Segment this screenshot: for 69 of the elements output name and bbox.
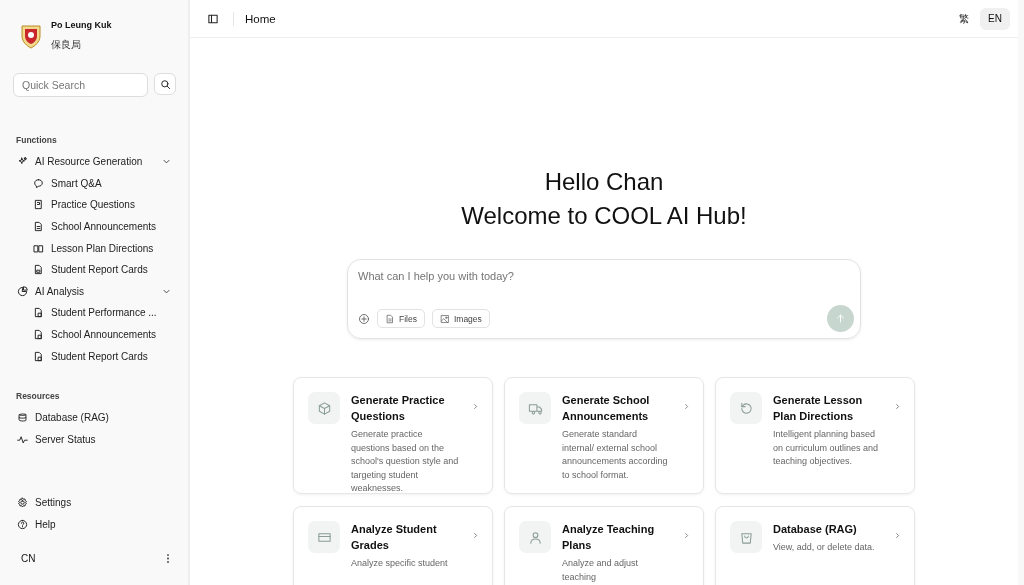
card-description: Analyze and adjust teaching xyxy=(562,557,640,584)
chevron-right-icon xyxy=(682,531,691,540)
more-icon[interactable] xyxy=(166,552,170,564)
crest-logo xyxy=(19,22,43,50)
language-button[interactable]: EN xyxy=(980,7,1010,30)
image-icon xyxy=(439,313,450,324)
feature-card[interactable]: Generate Lesson Plan Directions Intelligent planning based on curriculum outlines and teaching objectives. xyxy=(715,377,915,494)
card-title: Generate School Announcements xyxy=(562,393,651,424)
section-heading: Resources xyxy=(15,389,61,403)
feature-card[interactable]: Generate School Announcements Generate standard internal/ external school announcements according to school format. xyxy=(504,377,704,494)
chevron-right-icon xyxy=(893,531,902,540)
greeting-text: Welcome to COOL AI Hub! xyxy=(461,201,747,231)
organization-name: Po Leung Kuk xyxy=(51,20,112,30)
nav-item[interactable]: Settings xyxy=(13,491,176,514)
card-title: Analyze Student Grades xyxy=(351,522,438,553)
sidebar-toggle-icon[interactable] xyxy=(207,12,219,25)
chevron-right-icon xyxy=(682,402,691,411)
card-title: Analyze Teaching Plans xyxy=(562,522,656,553)
box-icon xyxy=(316,400,332,416)
greeting-text: Hello Chan xyxy=(543,167,665,197)
card-description: Analyze specific student xyxy=(351,557,449,570)
user-initials: CN xyxy=(21,552,36,564)
nav-subitem[interactable]: Student Report Cards xyxy=(13,345,176,367)
nav-item[interactable]: AI Analysis xyxy=(13,280,176,303)
card-description: Intelligent planning based on curriculum outlines and teaching objectives. xyxy=(773,428,880,468)
nav-subitem[interactable]: Practice Questions xyxy=(13,194,176,216)
pie-chart-icon xyxy=(17,285,28,297)
feature-card[interactable]: Database (RAG) View, add, or delete data. xyxy=(715,506,915,585)
nav-subitem[interactable]: Student Performance ... xyxy=(13,302,176,324)
nav-subitem[interactable]: Smart Q&A xyxy=(13,172,176,195)
chevron-right-icon xyxy=(471,402,480,411)
card-description: Generate standard internal/ external school announcements according to school format. xyxy=(562,428,669,482)
page-title: Home xyxy=(245,12,276,25)
chevron-right-icon xyxy=(893,402,902,411)
search-icon xyxy=(159,78,171,90)
person-icon xyxy=(527,529,543,545)
card-title: Generate Lesson Plan Directions xyxy=(773,393,864,424)
nav-subitem[interactable]: School Announcements xyxy=(13,323,176,346)
nav-subitem[interactable]: School Announcements xyxy=(13,215,176,238)
database-icon xyxy=(17,412,28,424)
nav-subitem[interactable]: Lesson Plan Directions xyxy=(13,237,176,259)
card-description: Generate practice questions based on the school's question style and targeting student weaknesses. xyxy=(351,428,460,493)
chevron-right-icon xyxy=(471,531,480,540)
nav-item[interactable]: Server Status xyxy=(13,428,176,451)
search-button[interactable] xyxy=(154,73,176,95)
card-title: Database (RAG) xyxy=(773,522,858,537)
chat-input[interactable]: What can I help you with today? Files Images xyxy=(347,259,861,339)
attach-button[interactable]: Images xyxy=(431,309,490,328)
search-field[interactable]: Quick Search xyxy=(13,73,148,97)
language-button[interactable]: 繁 xyxy=(951,7,978,30)
nav-item[interactable]: Help xyxy=(13,513,176,535)
feature-card[interactable]: Analyze Student Grades Analyze specific student xyxy=(293,506,493,585)
feature-card[interactable]: Analyze Teaching Plans Analyze and adjust teaching xyxy=(504,506,704,585)
card-description: View, add, or delete data. xyxy=(773,541,876,554)
nav-subitem[interactable]: Student Report Cards xyxy=(13,258,176,281)
attach-button[interactable]: Files xyxy=(377,309,425,328)
rotate-icon xyxy=(738,400,754,416)
activity-icon xyxy=(17,433,28,445)
file-icon xyxy=(385,313,395,324)
help-icon xyxy=(17,518,28,530)
add-icon[interactable] xyxy=(358,312,370,325)
feature-card[interactable]: Generate Practice Questions Generate practice questions based on the school's question style and targeting student weaknesses. xyxy=(293,377,493,494)
arrow-up-icon xyxy=(835,313,846,324)
card-title: Generate Practice Questions xyxy=(351,393,446,424)
organization-local-name: 保良局 xyxy=(51,38,82,52)
settings-icon xyxy=(17,497,28,509)
nav-item[interactable]: Database (RAG) xyxy=(13,406,176,429)
section-heading: Functions xyxy=(15,134,58,147)
nav-item[interactable]: AI Resource Generation xyxy=(13,151,176,173)
